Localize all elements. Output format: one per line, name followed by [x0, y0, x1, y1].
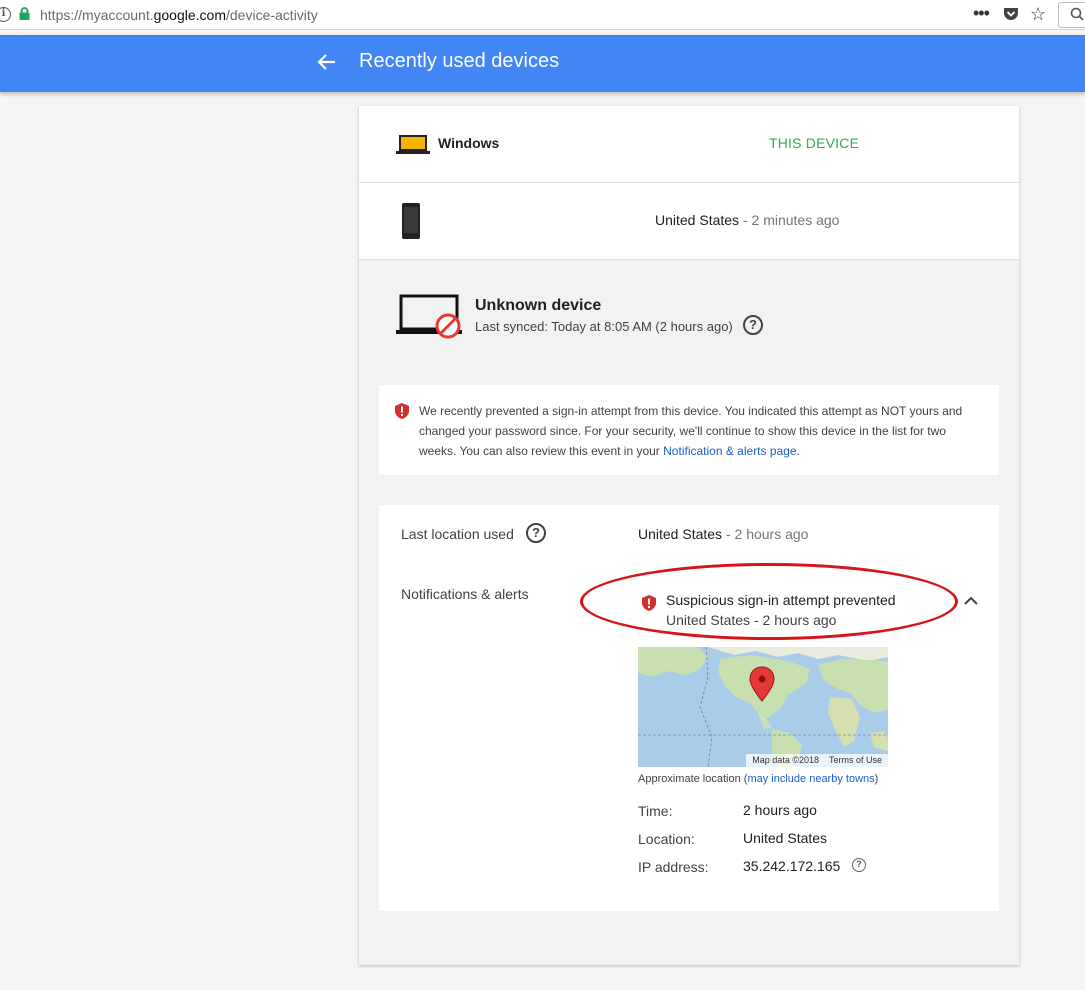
alert-subtitle: United States - 2 hours ago: [666, 612, 836, 628]
nearby-towns-link[interactable]: may include nearby towns: [747, 773, 874, 785]
page-title: Recently used devices: [359, 50, 560, 72]
last-location: United States: [638, 526, 723, 542]
app-header: Recently used devices: [0, 35, 1085, 92]
time-value: 2 hours ago: [743, 802, 817, 818]
this-device-badge: THIS DEVICE: [769, 135, 860, 151]
ip-address-label: IP address:: [638, 859, 709, 875]
star-icon[interactable]: ☆: [1030, 4, 1046, 25]
unknown-device-title: Unknown device: [475, 297, 602, 314]
security-warning: We recently prevented a sign-in attempt …: [379, 385, 999, 475]
back-arrow-icon[interactable]: [316, 51, 338, 73]
device-time: 2 minutes ago: [751, 212, 840, 228]
device-row-phone[interactable]: United States - 2 minutes ago: [359, 183, 1019, 260]
address-bar[interactable]: https://myaccount.google.com/device-acti…: [40, 7, 318, 23]
location-map[interactable]: Map data ©2018 Terms of Use: [638, 647, 888, 767]
more-icon[interactable]: •••: [973, 3, 990, 24]
alert-time: 2 hours ago: [762, 612, 837, 628]
chevron-up-icon[interactable]: [964, 595, 978, 605]
location-value: United States: [743, 830, 828, 846]
lock-icon: [19, 7, 30, 20]
device-details: Last location used ? United States - 2 h…: [379, 505, 999, 911]
separator: -: [750, 612, 763, 628]
warning-message: We recently prevented a sign-in attempt …: [419, 401, 979, 461]
warning-end: .: [796, 444, 800, 458]
approximate-location-note: Approximate location (may include nearby…: [638, 773, 878, 785]
url-path: /device-activity: [226, 7, 318, 23]
search-icon: [1070, 7, 1084, 21]
alert-location: United States: [666, 612, 751, 628]
url-prefix: https://myaccount.: [40, 7, 154, 23]
terms-of-use-link[interactable]: Terms of Use: [829, 755, 882, 765]
alert-title[interactable]: Suspicious sign-in attempt prevented: [666, 592, 896, 608]
shield-icon: [642, 595, 656, 611]
device-location: United States: [655, 212, 740, 228]
map-data-text: Map data ©2018: [752, 755, 819, 765]
devices-card: Windows THIS DEVICE United States - 2 mi…: [359, 106, 1019, 965]
time-label: Time:: [638, 803, 673, 819]
last-location-label: Last location used: [401, 526, 514, 542]
notification-alerts-link[interactable]: Notification & alerts page: [663, 444, 796, 458]
approx-prefix: Approximate location (: [638, 773, 748, 785]
map-attribution: Map data ©2018 Terms of Use: [746, 754, 888, 767]
help-icon[interactable]: ?: [852, 858, 866, 872]
shield-icon: [395, 403, 409, 419]
info-icon[interactable]: i: [0, 7, 11, 22]
url-domain: google.com: [153, 7, 226, 23]
separator: -: [722, 526, 735, 542]
device-name: Windows: [438, 135, 500, 151]
help-icon[interactable]: ?: [526, 523, 546, 543]
phone-icon: [402, 203, 420, 239]
device-row-windows[interactable]: Windows THIS DEVICE: [359, 106, 1019, 183]
last-location-time: 2 hours ago: [734, 526, 809, 542]
location-label: Location:: [638, 831, 695, 847]
last-synced-text: Last synced: Today at 8:05 AM (2 hours a…: [475, 319, 733, 334]
laptop-icon: [396, 135, 430, 154]
last-location-value: United States - 2 hours ago: [638, 526, 808, 542]
device-last-seen: United States - 2 minutes ago: [655, 212, 839, 228]
world-map: [638, 647, 888, 767]
notifications-label: Notifications & alerts: [401, 586, 529, 602]
unknown-device-icon: [396, 294, 462, 339]
approx-suffix: ): [874, 773, 879, 785]
help-icon[interactable]: ?: [743, 315, 763, 335]
ip-address-value: 35.242.172.165: [743, 858, 841, 874]
pocket-icon[interactable]: [1003, 7, 1019, 22]
redacted-text: [659, 128, 759, 158]
redacted-text: [433, 203, 503, 239]
separator: -: [739, 212, 752, 228]
browser-toolbar: i https://myaccount.google.com/device-ac…: [0, 0, 1085, 30]
unknown-device-section: Unknown device Last synced: Today at 8:0…: [359, 260, 1019, 960]
